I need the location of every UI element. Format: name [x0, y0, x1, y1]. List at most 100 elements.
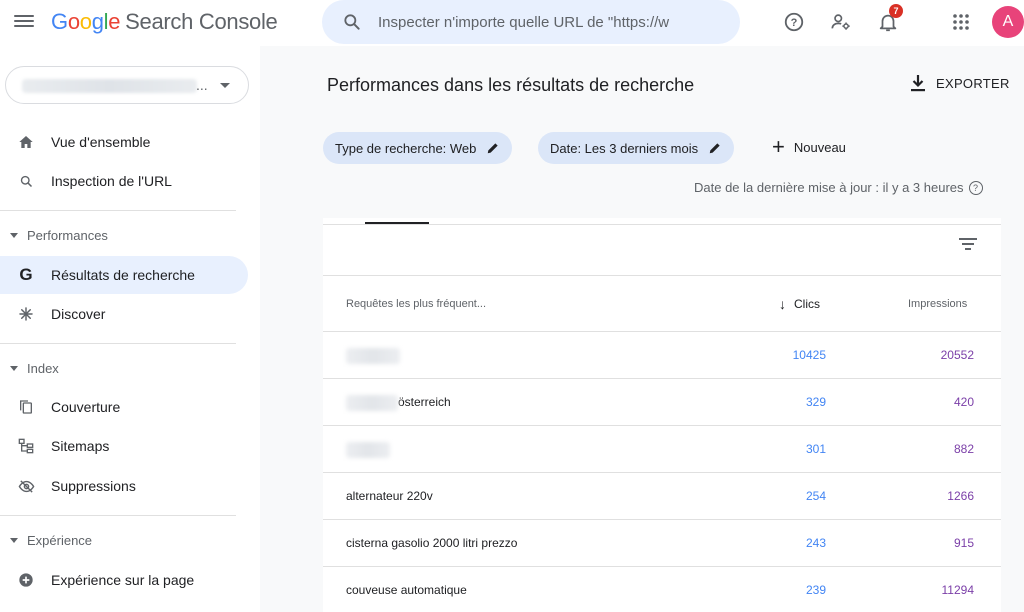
sidebar-item-label: Expérience sur la page: [51, 572, 195, 588]
export-label: EXPORTER: [936, 75, 1010, 91]
column-header-label: Clics: [794, 297, 820, 311]
search-icon: [16, 171, 36, 191]
section-label: Expérience: [27, 533, 93, 548]
user-settings-icon[interactable]: [828, 9, 854, 35]
impressions-cell: 20552: [940, 348, 974, 362]
sidebar-item-label: Vue d'ensemble: [51, 134, 151, 150]
chip-label: Date: Les 3 derniers mois: [550, 140, 699, 156]
sidebar-item-page-experience[interactable]: Expérience sur la page: [0, 561, 248, 599]
table-row[interactable]: 10425 20552: [323, 332, 1001, 379]
sitemap-icon: [16, 436, 36, 456]
section-index[interactable]: Index: [10, 361, 59, 376]
property-suffix: ...: [196, 77, 208, 93]
main-content: Performances dans les résultats de reche…: [260, 46, 1024, 612]
query-cell: [346, 348, 400, 364]
query-cell: [346, 442, 390, 458]
sidebar-divider: [0, 210, 236, 211]
page-title: Performances dans les résultats de reche…: [327, 75, 695, 95]
clicks-cell: 254: [805, 489, 826, 503]
clicks-cell: 10425: [792, 348, 826, 362]
sidebar-item-overview[interactable]: Vue d'ensemble: [0, 123, 248, 161]
section-label: Index: [27, 361, 59, 376]
redacted-query: [346, 442, 390, 458]
table-row[interactable]: 301 882: [323, 426, 1001, 473]
clicks-cell: 243: [805, 536, 826, 550]
chevron-down-icon: [220, 83, 230, 88]
clicks-cell: 239: [805, 583, 826, 597]
copy-icon: [16, 397, 36, 417]
asterisk-icon: [16, 304, 36, 324]
impressions-cell: 1266: [947, 489, 974, 503]
plus-circle-icon: [16, 570, 36, 590]
query-cell: alternateur 220v: [346, 489, 433, 503]
edit-pencil-icon: [709, 143, 720, 154]
table-row[interactable]: alternateur 220v 254 1266: [323, 473, 1001, 520]
collapse-caret-icon: [10, 366, 18, 371]
sidebar-item-label: Discover: [51, 306, 106, 322]
apps-grid-icon[interactable]: [948, 9, 974, 35]
redacted-property-name: [22, 79, 197, 93]
column-header-queries[interactable]: Requêtes les plus fréquent...: [346, 298, 486, 310]
plus-icon: +: [772, 134, 785, 159]
tab-divider: [323, 224, 1001, 225]
sidebar-item-url-inspection[interactable]: Inspection de l'URL: [0, 162, 248, 200]
sidebar-item-label: Résultats de recherche: [51, 267, 195, 283]
new-filter-label: Nouveau: [793, 139, 846, 155]
sidebar-item-label: Sitemaps: [51, 438, 110, 454]
edit-pencil-icon: [488, 143, 499, 154]
filter-list-icon[interactable]: [959, 238, 977, 252]
app-logo[interactable]: Google Search Console: [51, 9, 278, 35]
url-inspection-search[interactable]: [322, 0, 740, 44]
sidebar-item-label: Suppressions: [51, 478, 136, 494]
query-cell: cisterna gasolio 2000 litri prezzo: [346, 536, 518, 550]
download-icon: [911, 75, 925, 92]
search-type-filter-chip[interactable]: Type de recherche: Web: [323, 132, 513, 164]
queries-table-card: Requêtes les plus fréquent... ↓ Clics Im…: [323, 218, 1001, 612]
sidebar-divider: [0, 343, 236, 344]
column-header-impressions[interactable]: Impressions: [908, 298, 967, 310]
eye-off-icon: [16, 476, 36, 496]
sidebar-item-discover[interactable]: Discover: [0, 295, 248, 333]
notification-count-badge: 7: [889, 4, 903, 18]
sidebar-item-label: Inspection de l'URL: [51, 173, 172, 189]
chip-label: Type de recherche: Web: [335, 140, 477, 156]
search-input[interactable]: [378, 10, 718, 34]
table-row[interactable]: österreich 329 420: [323, 379, 1001, 426]
date-filter-chip[interactable]: Date: Les 3 derniers mois: [538, 132, 735, 164]
section-performances[interactable]: Performances: [10, 228, 108, 243]
google-wordmark: Google: [51, 9, 121, 34]
sidebar-item-search-results[interactable]: G Résultats de recherche: [0, 256, 248, 294]
top-bar: GoogleSearch Console ? 7 A: [0, 0, 1024, 46]
svg-text:?: ?: [791, 17, 798, 29]
table-row[interactable]: couveuse automatique 239 11294: [323, 567, 1001, 612]
section-experience[interactable]: Expérience: [10, 533, 92, 548]
help-circle-icon[interactable]: ?: [968, 180, 983, 195]
sidebar-item-removals[interactable]: Suppressions: [0, 467, 248, 505]
redacted-query: [346, 348, 400, 364]
help-icon[interactable]: ?: [781, 9, 807, 35]
table-row[interactable]: cisterna gasolio 2000 litri prezzo 243 9…: [323, 520, 1001, 567]
account-avatar[interactable]: A: [992, 6, 1024, 38]
sidebar-item-coverage[interactable]: Couverture: [0, 388, 248, 426]
clicks-cell: 301: [805, 442, 826, 456]
impressions-cell: 915: [953, 536, 974, 550]
redacted-query: [346, 395, 398, 411]
impressions-cell: 882: [953, 442, 974, 456]
home-icon: [16, 132, 36, 152]
column-header-clicks[interactable]: ↓ Clics: [779, 296, 820, 312]
section-label: Performances: [27, 228, 108, 243]
collapse-caret-icon: [10, 538, 18, 543]
table-header: Requêtes les plus fréquent... ↓ Clics Im…: [323, 275, 1001, 332]
impressions-cell: 11294: [941, 583, 974, 597]
query-cell: couveuse automatique: [346, 583, 467, 597]
impressions-cell: 420: [953, 395, 974, 409]
search-icon: [344, 14, 360, 30]
arrow-down-icon: ↓: [779, 296, 786, 312]
new-filter-button[interactable]: + Nouveau: [772, 134, 846, 159]
export-button[interactable]: EXPORTER: [910, 74, 1010, 92]
sidebar: ... Vue d'ensemble Inspection de l'URL P…: [0, 46, 260, 612]
property-selector[interactable]: ...: [5, 66, 249, 104]
menu-icon[interactable]: [14, 12, 34, 32]
collapse-caret-icon: [10, 233, 18, 238]
sidebar-item-sitemaps[interactable]: Sitemaps: [0, 427, 248, 465]
